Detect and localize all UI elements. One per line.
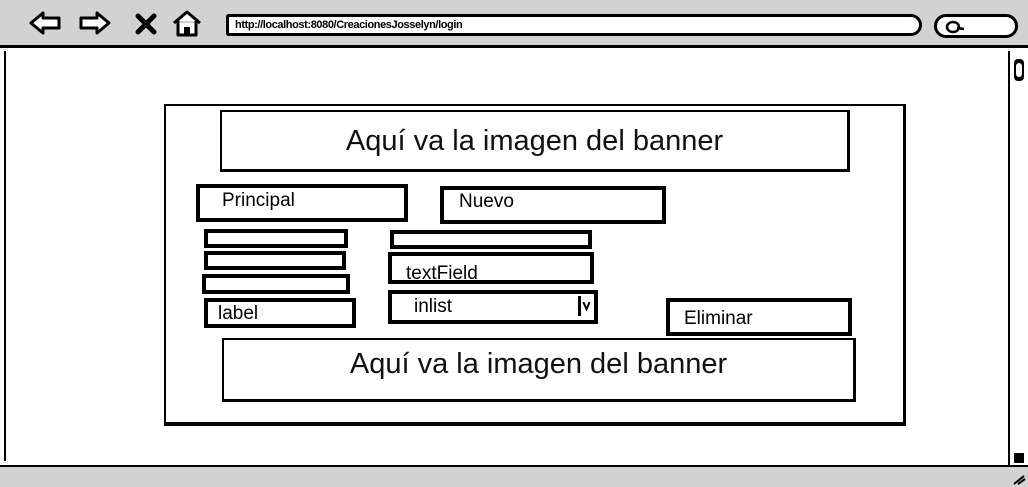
input-field-2[interactable] [204, 251, 346, 270]
label-box: label [204, 298, 356, 328]
home-icon[interactable] [170, 8, 204, 38]
vertical-scrollbar[interactable] [1008, 51, 1028, 465]
search-field[interactable] [934, 14, 1018, 38]
back-arrow-icon[interactable] [28, 8, 62, 38]
forward-arrow-icon[interactable] [78, 8, 112, 38]
label-text: label [218, 303, 259, 324]
list-dropdown[interactable]: inlist [388, 290, 598, 324]
eliminar-button[interactable]: Eliminar [666, 298, 852, 336]
input-field-1[interactable] [204, 229, 348, 248]
search-icon [945, 20, 965, 34]
browser-toolbar: http://localhost:8080/CreacionesJosselyn… [0, 0, 1028, 48]
list-dropdown-value: inlist [414, 296, 453, 317]
scrollbar-end [1014, 453, 1024, 463]
principal-button-label: Principal [222, 190, 295, 211]
close-x-icon[interactable] [134, 8, 158, 38]
top-banner-placeholder: Aquí va la imagen del banner [220, 110, 850, 172]
address-bar[interactable]: http://localhost:8080/CreacionesJosselyn… [226, 14, 922, 36]
text-field-value: textField [406, 263, 478, 284]
principal-button[interactable]: Principal [196, 184, 408, 222]
eliminar-button-label: Eliminar [684, 308, 753, 329]
nuevo-button[interactable]: Nuevo [440, 186, 666, 224]
text-field[interactable]: textField [388, 252, 594, 284]
status-bar [0, 465, 1028, 487]
input-field-4[interactable] [390, 230, 592, 249]
dropdown-arrow-icon[interactable] [578, 296, 592, 316]
bottom-banner-placeholder: Aquí va la imagen del banner [222, 338, 856, 402]
scrollbar-thumb[interactable] [1014, 59, 1024, 81]
resize-grip-icon[interactable] [1012, 473, 1026, 485]
nuevo-button-label: Nuevo [459, 191, 514, 212]
input-field-3[interactable] [202, 274, 350, 294]
